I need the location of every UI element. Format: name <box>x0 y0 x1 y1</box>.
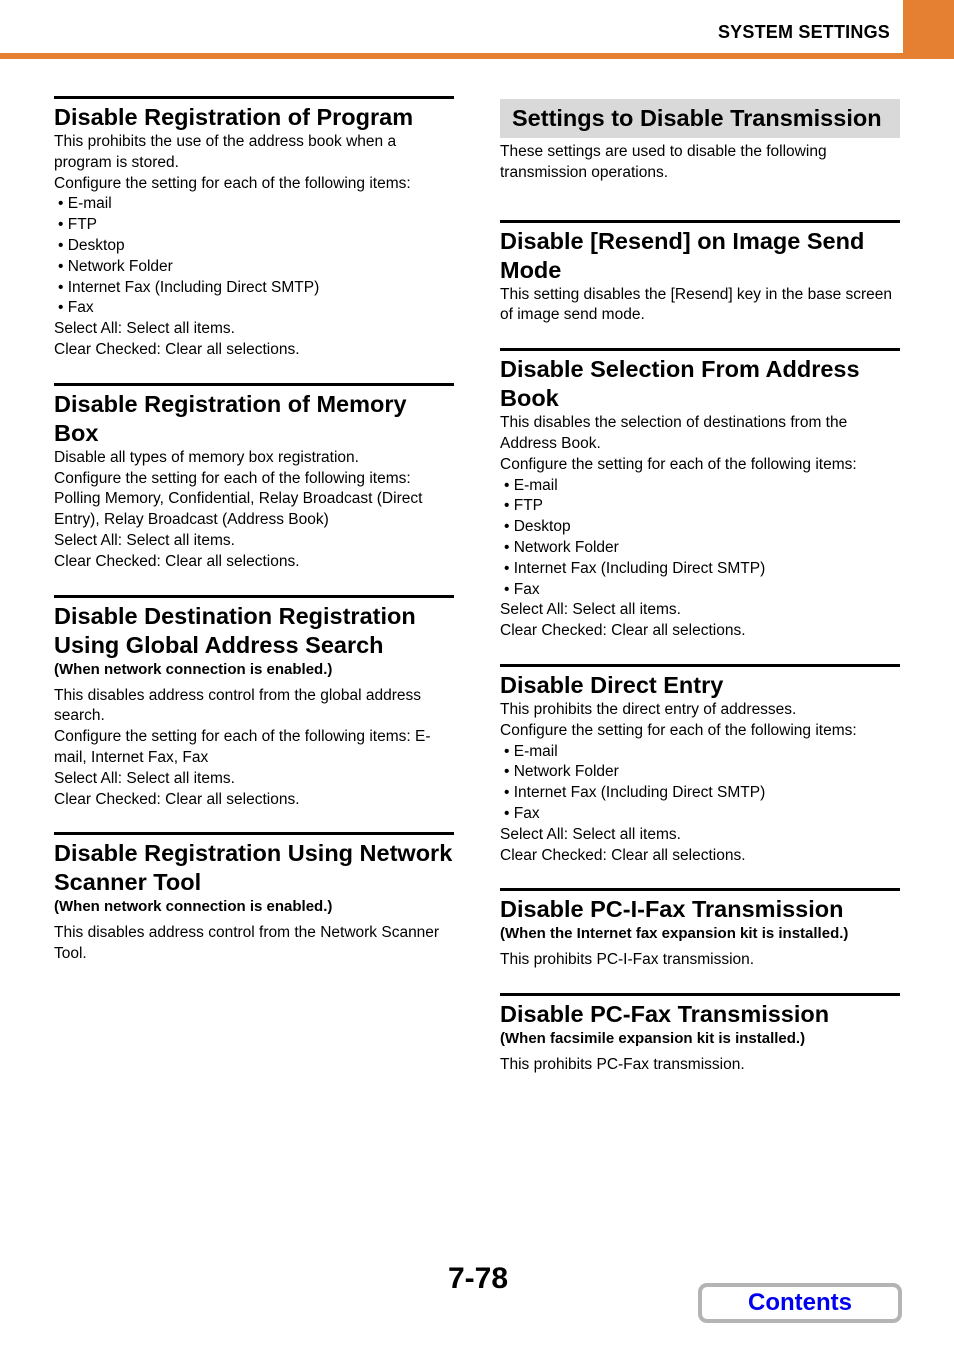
header-accent-bar <box>0 53 954 59</box>
section-text: This disables address control from the g… <box>54 686 422 725</box>
section-title: Disable Direct Entry <box>500 663 900 700</box>
section-text: Select All: Select all items. <box>500 601 681 619</box>
section: Disable Registration Using Network Scann… <box>54 832 454 965</box>
section-title: Disable PC-I-Fax Transmission <box>500 888 900 924</box>
bullet-text: Desktop <box>513 518 571 536</box>
bullet-item: • Internet Fax (Including Direct SMTP) <box>504 559 766 577</box>
section-text: This disables the selection of destinati… <box>500 414 848 452</box>
section-text: Configure the setting for each of the fo… <box>54 469 423 529</box>
bullet-item: • Network Folder <box>504 763 619 781</box>
section-title: Disable [Resend] on Image Send Mode <box>500 219 900 285</box>
section-text: This prohibits the use of the address bo… <box>54 133 397 171</box>
bullet-text: Internet Fax (Including Direct SMTP) <box>513 784 766 802</box>
section: Disable Registration of Memory Box Disabl… <box>54 382 454 573</box>
section-text: This prohibits PC-Fax transmission. <box>500 1056 745 1074</box>
section-text: Select All: Select all items. <box>54 531 235 549</box>
bullet-text: E-mail <box>513 742 558 760</box>
section-text: Configure the setting for each of the fo… <box>500 455 857 473</box>
bullet-text: FTP <box>513 497 544 515</box>
section: Disable Selection From Address Book This … <box>500 348 900 642</box>
bullet-item: • E-mail <box>504 742 558 760</box>
section-condition: (When network connection is enabled.) <box>54 898 333 916</box>
section-text: Configure the setting for each of the fo… <box>500 721 857 739</box>
section-title: Disable Destination Registration Using G… <box>54 594 454 660</box>
bullet-item: • Fax <box>504 580 540 598</box>
bullet-text: Internet Fax (Including Direct SMTP) <box>67 278 320 296</box>
section: Disable Destination Registration Using G… <box>54 594 454 811</box>
bullet-text: Internet Fax (Including Direct SMTP) <box>513 559 766 577</box>
left-column: Disable Registration of Program This proh… <box>54 96 454 987</box>
intro-text: These settings are used to disable the f… <box>500 143 827 181</box>
page-number: 7-78 <box>448 1262 509 1295</box>
section-band-title: Settings to Disable Transmission <box>500 99 900 138</box>
section-text: This disables address control from the N… <box>54 924 440 963</box>
bullet-item: • FTP <box>58 216 98 234</box>
section-text: Clear Checked: Clear all selections. <box>54 552 300 570</box>
bullet-item: • Internet Fax (Including Direct SMTP) <box>58 278 320 296</box>
bullet-text: Fax <box>513 804 540 822</box>
section-text: Clear Checked: Clear all selections. <box>54 340 300 358</box>
section-text: Clear Checked: Clear all selections. <box>500 622 746 640</box>
section: Disable Registration of Program This proh… <box>54 96 454 361</box>
header-accent-tab <box>903 0 954 59</box>
section-text: Configure the setting for each of the fo… <box>54 174 411 192</box>
bullet-text: Network Folder <box>513 538 619 556</box>
section-title: Disable Selection From Address Book <box>500 348 900 413</box>
right-column: Settings to Disable Transmission These s… <box>500 96 900 1098</box>
section-text: Select All: Select all items. <box>500 825 681 843</box>
section: Disable PC-Fax Transmission (When facsimi… <box>500 993 900 1076</box>
section-text: This prohibits PC-I-Fax transmission. <box>500 951 755 969</box>
bullet-item: • Network Folder <box>58 257 173 275</box>
bullet-item: • E-mail <box>504 476 558 494</box>
section-text: Configure the setting for each of the fo… <box>54 728 431 766</box>
bullet-item: • FTP <box>504 497 544 515</box>
section: Disable Direct Entry This prohibits the d… <box>500 663 900 866</box>
bullet-text: FTP <box>67 216 98 234</box>
bullet-item: • Internet Fax (Including Direct SMTP) <box>504 784 766 802</box>
section-text: Clear Checked: Clear all selections. <box>54 790 300 808</box>
section-text: Clear Checked: Clear all selections. <box>500 846 746 864</box>
section-text: Select All: Select all items. <box>54 320 235 338</box>
bullet-text: Fax <box>67 299 94 317</box>
bullet-text: Network Folder <box>67 257 173 275</box>
bullet-item: • Network Folder <box>504 538 619 556</box>
bullet-item: • Fax <box>58 299 94 317</box>
bullet-text: E-mail <box>67 195 112 213</box>
section-text: Disable all types of memory box registra… <box>54 448 359 466</box>
section-title: Disable PC-Fax Transmission <box>500 993 900 1029</box>
section-condition: (When network connection is enabled.) <box>54 660 333 678</box>
bullet-item: • E-mail <box>58 195 112 213</box>
section-text: This prohibits the direct entry of addre… <box>500 700 797 718</box>
section: Disable [Resend] on Image Send Mode This … <box>500 219 900 327</box>
bullet-item: • Fax <box>504 804 540 822</box>
section-condition: (When the Internet fax expansion kit is … <box>500 925 849 943</box>
section-title: Disable Registration of Program <box>54 96 454 132</box>
section-title: Disable Registration Using Network Scann… <box>54 832 454 897</box>
section: Disable PC-I-Fax Transmission (When the I… <box>500 888 900 971</box>
header-title: SYSTEM SETTINGS <box>717 22 890 42</box>
section-condition: (When facsimile expansion kit is install… <box>500 1030 806 1048</box>
bullet-item: • Desktop <box>504 518 571 536</box>
bullet-text: Desktop <box>67 236 125 254</box>
bullet-text: Network Folder <box>513 763 619 781</box>
section-text: This setting disables the [Resend] key i… <box>500 285 893 324</box>
bullet-text: Fax <box>513 580 540 598</box>
bullet-item: • Desktop <box>58 236 125 254</box>
section-title: Disable Registration of Memory Box <box>54 382 454 448</box>
section-text: Select All: Select all items. <box>54 769 235 787</box>
bullet-text: E-mail <box>513 476 558 494</box>
contents-button[interactable]: Contents <box>698 1283 902 1323</box>
